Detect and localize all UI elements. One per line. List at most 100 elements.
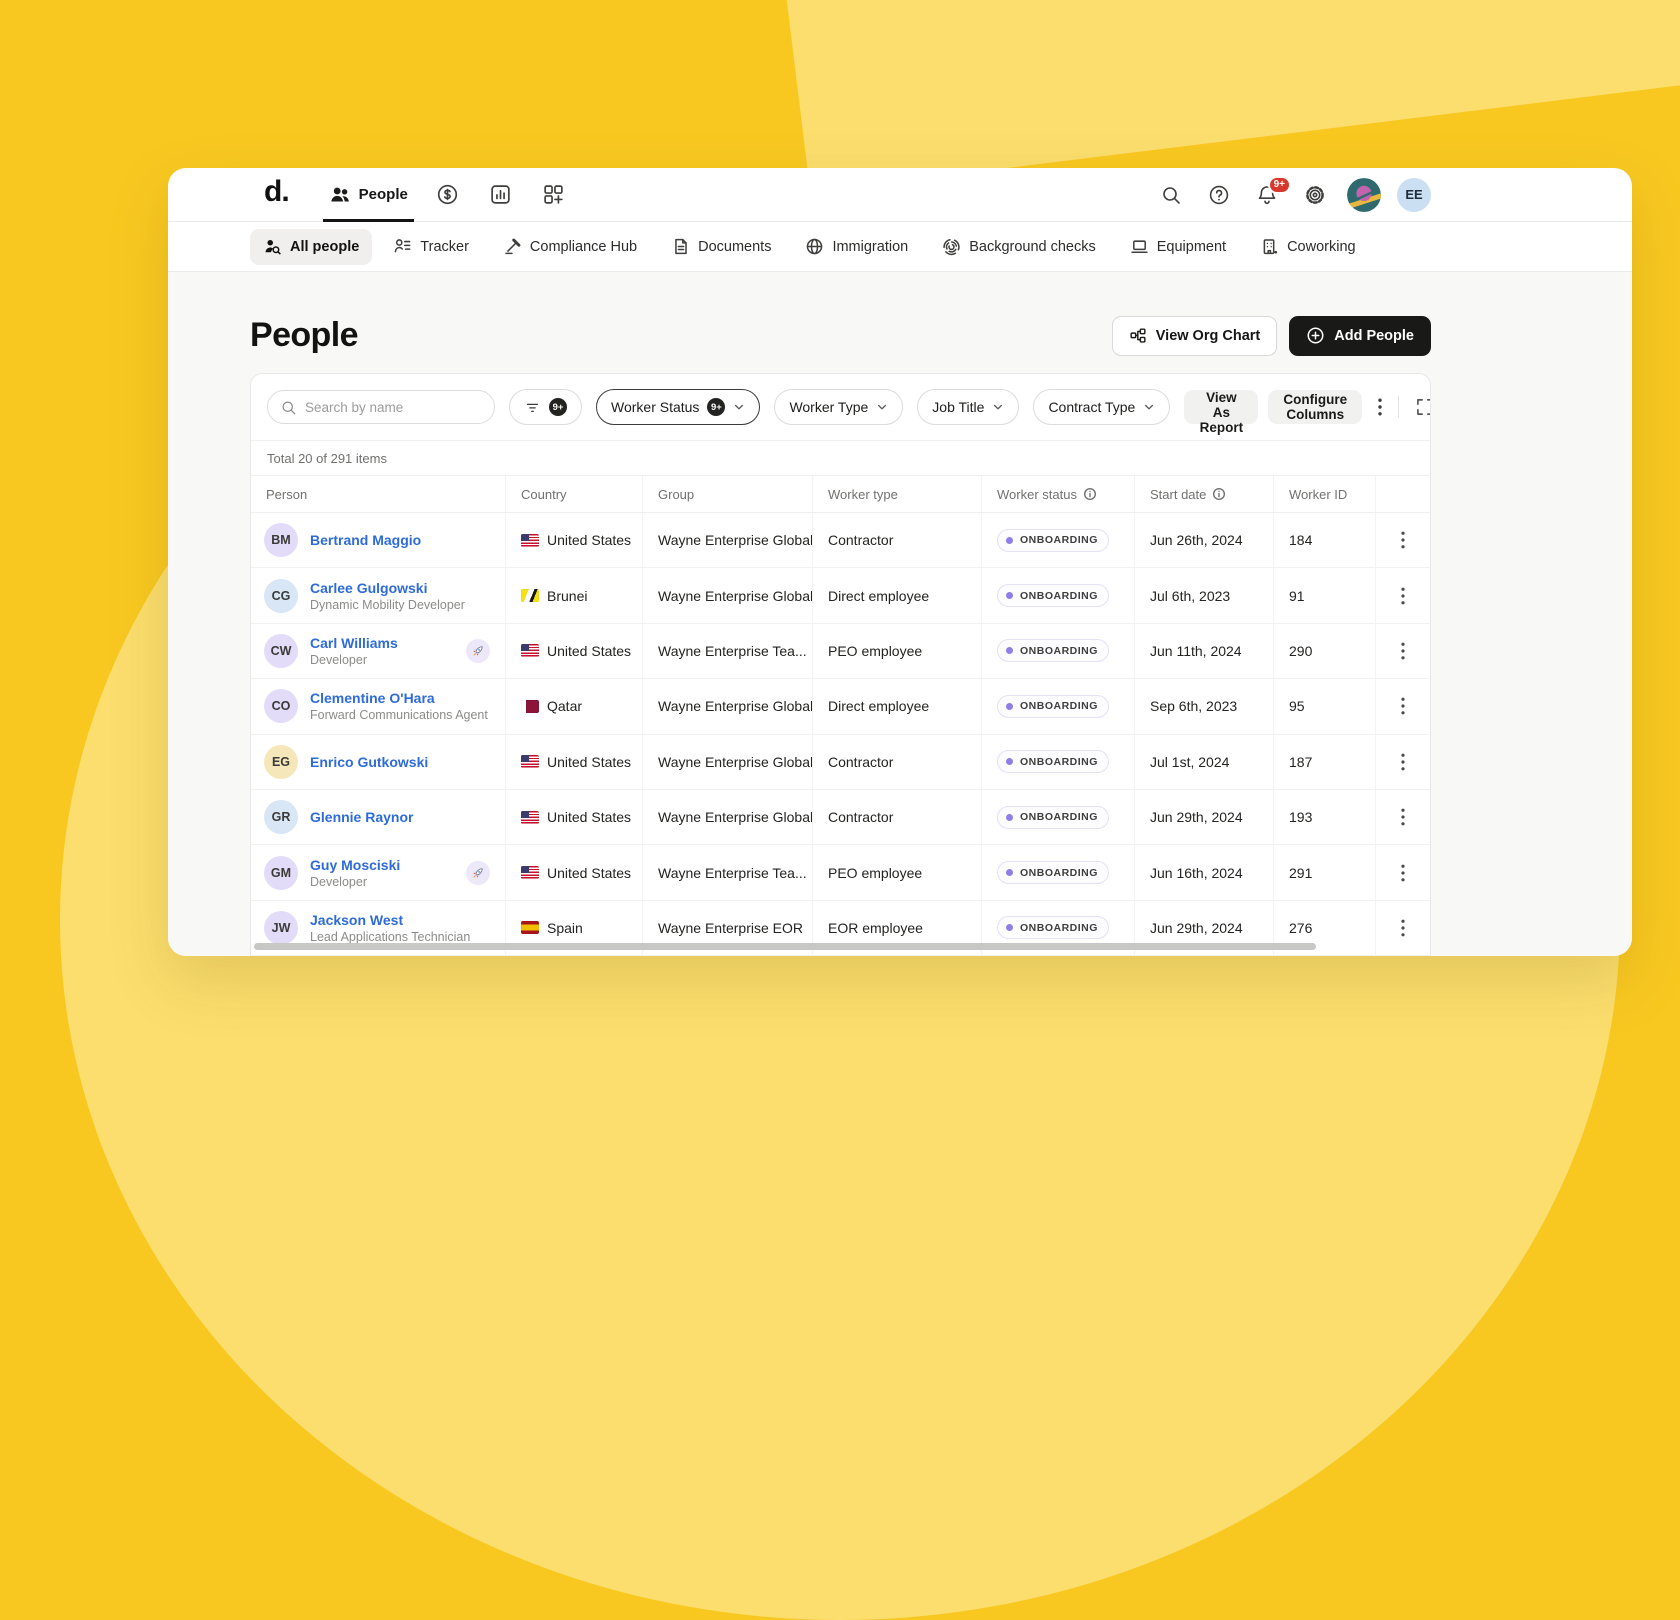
person-name-link[interactable]: Jackson West — [310, 912, 490, 928]
subnav-all-people[interactable]: All people — [250, 229, 372, 265]
info-icon[interactable] — [1083, 487, 1097, 501]
country-flag-icon — [521, 866, 539, 879]
fullscreen-button[interactable] — [1409, 391, 1431, 423]
person-name-link[interactable]: Carl Williams — [310, 635, 454, 651]
search-by-name-box — [267, 390, 495, 424]
row-actions-button[interactable] — [1393, 802, 1413, 832]
worker-id-cell: 193 — [1273, 790, 1375, 845]
worker-type-filter[interactable]: Worker Type — [774, 389, 903, 425]
subnav-documents[interactable]: Documents — [658, 229, 784, 265]
person-subtitle: Dynamic Mobility Developer — [310, 598, 490, 612]
status-text: ONBOARDING — [1020, 534, 1098, 546]
avatar: GR — [264, 800, 298, 834]
search-input[interactable] — [305, 400, 482, 415]
contract-type-filter[interactable]: Contract Type — [1033, 389, 1170, 425]
tab-people-label: People — [359, 186, 408, 203]
country-name: United States — [547, 809, 631, 825]
info-icon[interactable] — [1212, 487, 1226, 501]
avatar: EG — [264, 745, 298, 779]
person-name-link[interactable]: Clementine O'Hara — [310, 690, 490, 706]
job-title-filter[interactable]: Job Title — [917, 389, 1019, 425]
help-button[interactable] — [1203, 179, 1235, 211]
more-options-button[interactable] — [1372, 392, 1388, 422]
table-header: Person Country Group Worker type Worker … — [251, 476, 1430, 513]
status-text: ONBOARDING — [1020, 867, 1098, 879]
worker-id-cell: 187 — [1273, 735, 1375, 790]
row-actions-button[interactable] — [1393, 747, 1413, 777]
worker-status-filter-label: Worker Status — [611, 399, 699, 415]
kebab-icon — [1401, 919, 1405, 937]
subnav-background-checks[interactable]: Background checks — [929, 229, 1109, 265]
horizontal-scrollbar[interactable] — [254, 943, 1316, 950]
status-badge: ONBOARDING — [997, 750, 1109, 773]
column-header-start-date: Start date — [1134, 476, 1273, 513]
subnav-tracker[interactable]: Tracker — [380, 229, 482, 265]
subnav-label: Tracker — [420, 239, 469, 255]
expand-icon — [1415, 397, 1431, 417]
worker-type-cell: Contractor — [812, 790, 981, 845]
view-as-report-button[interactable]: View As Report — [1184, 390, 1258, 424]
group-cell: Wayne Enterprise Global — [642, 735, 812, 790]
view-org-chart-button[interactable]: View Org Chart — [1112, 316, 1277, 356]
user-avatar[interactable]: EE — [1397, 178, 1431, 212]
person-name-link[interactable]: Carlee Gulgowski — [310, 580, 490, 596]
country-flag-icon — [521, 534, 539, 547]
person-name-link[interactable]: Enrico Gutkowski — [310, 754, 490, 770]
content-area: People View Org Chart — [168, 272, 1632, 956]
row-actions-button[interactable] — [1393, 581, 1413, 611]
worker-status-count-badge: 9+ — [707, 398, 725, 416]
settings-button[interactable] — [1299, 179, 1331, 211]
kebab-icon — [1401, 587, 1405, 605]
laptop-icon — [1130, 237, 1149, 256]
user-initials: EE — [1405, 187, 1422, 202]
subnav-equipment[interactable]: Equipment — [1117, 229, 1239, 265]
status-badge: ONBOARDING — [997, 529, 1109, 552]
kebab-icon — [1378, 398, 1382, 416]
status-badge: ONBOARDING — [997, 916, 1109, 939]
insights-tab[interactable] — [483, 177, 518, 212]
group-cell: Wayne Enterprise Global — [642, 679, 812, 734]
payments-tab[interactable] — [430, 177, 465, 212]
filters-count-badge: 9+ — [549, 398, 567, 416]
subnav-coworking[interactable]: Coworking — [1247, 229, 1369, 265]
column-header-country: Country — [505, 476, 642, 513]
person-name-link[interactable]: Bertrand Maggio — [310, 532, 490, 548]
search-button[interactable] — [1155, 179, 1187, 211]
worker-status-filter[interactable]: Worker Status 9+ — [596, 389, 760, 425]
add-people-button[interactable]: Add People — [1289, 316, 1431, 356]
status-badge: ONBOARDING — [997, 695, 1109, 718]
status-text: ONBOARDING — [1020, 700, 1098, 712]
subnav-label: All people — [290, 239, 359, 255]
apps-tab[interactable] — [536, 177, 571, 212]
subnav-compliance-hub[interactable]: Compliance Hub — [490, 229, 650, 265]
status-badge: ONBOARDING — [997, 584, 1109, 607]
column-header-actions — [1375, 476, 1430, 513]
status-badge: ONBOARDING — [997, 806, 1109, 829]
avatar: CW — [264, 634, 298, 668]
tab-people[interactable]: People — [325, 168, 412, 222]
start-date-cell: Jun 11th, 2024 — [1134, 624, 1273, 679]
subnav-label: Background checks — [969, 239, 1096, 255]
row-actions-button[interactable] — [1393, 858, 1413, 888]
row-actions-button[interactable] — [1393, 691, 1413, 721]
country-name: Spain — [547, 920, 583, 936]
person-list-icon — [393, 237, 412, 256]
row-actions-button[interactable] — [1393, 636, 1413, 666]
filters-button[interactable]: 9+ — [509, 389, 582, 425]
building-icon — [1260, 237, 1279, 256]
person-name-link[interactable]: Guy Mosciski — [310, 857, 454, 873]
subnav-immigration[interactable]: Immigration — [792, 229, 921, 265]
country-flag-icon — [521, 755, 539, 768]
organization-avatar[interactable] — [1347, 178, 1381, 212]
status-badge: ONBOARDING — [997, 861, 1109, 884]
configure-columns-button[interactable]: Configure Columns — [1268, 390, 1362, 424]
notifications-button[interactable]: 9+ — [1251, 179, 1283, 211]
person-search-icon — [263, 237, 282, 256]
person-name-link[interactable]: Glennie Raynor — [310, 809, 490, 825]
status-dot — [1006, 703, 1013, 710]
row-actions-button[interactable] — [1393, 913, 1413, 943]
search-icon — [1160, 184, 1182, 206]
row-actions-button[interactable] — [1393, 525, 1413, 555]
person-subtitle: Developer — [310, 875, 454, 889]
deel-logo[interactable]: d. — [264, 175, 289, 209]
